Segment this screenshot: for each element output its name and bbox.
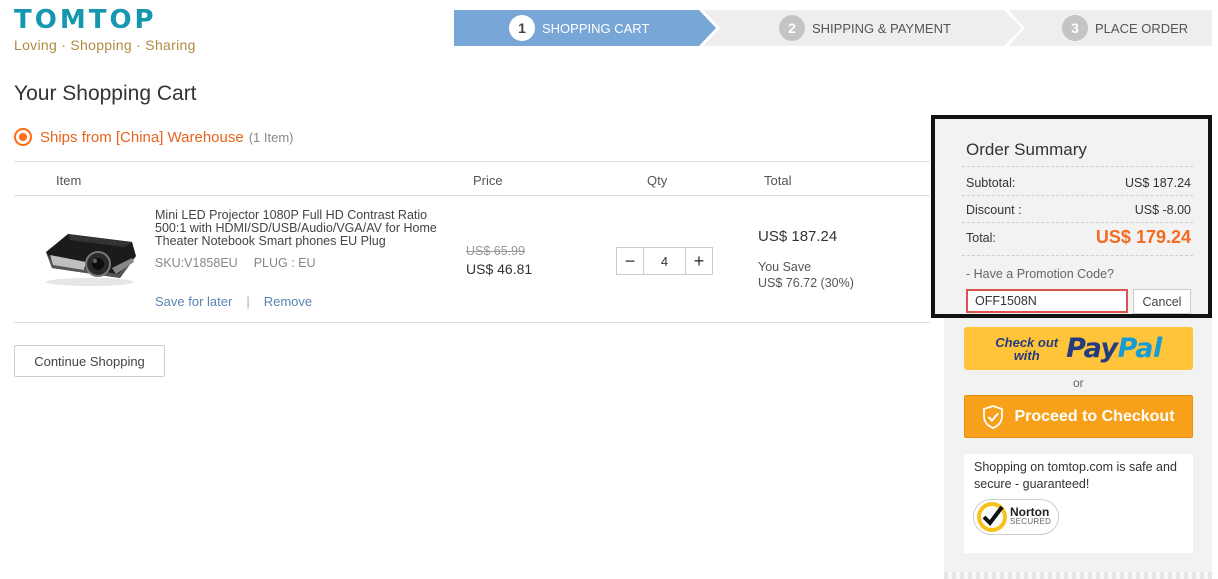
sidebar-bottom-border	[944, 572, 1212, 579]
subtotal-value: US$ 187.24	[1124, 176, 1191, 190]
norton-sub: SECURED	[1010, 517, 1052, 526]
link-separator: |	[246, 294, 250, 309]
promo-code-question[interactable]: - Have a Promotion Code?	[966, 267, 1114, 281]
qty-decrease-button[interactable]: −	[617, 248, 644, 274]
norton-secured-badge[interactable]: Norton SECURED	[973, 499, 1059, 535]
step-shipping-payment: 2 SHIPPING & PAYMENT	[703, 10, 1022, 46]
norton-text: Norton SECURED	[1010, 505, 1052, 527]
radio-selected-dot	[19, 133, 27, 141]
divider	[14, 322, 930, 323]
step-shopping-cart: 1 SHOPPING CART	[454, 10, 716, 46]
paypal-checkout-line1: Check out	[995, 334, 1059, 350]
qty-increase-button[interactable]: +	[685, 248, 712, 274]
paypal-checkout-line2: with	[1013, 347, 1040, 363]
shield-check-icon	[983, 404, 1004, 429]
product-image[interactable]	[40, 222, 140, 288]
subtotal-label: Subtotal:	[966, 176, 1016, 190]
dashed-divider	[962, 222, 1193, 223]
column-header-total: Total	[764, 173, 792, 188]
step-label: PLACE ORDER	[1095, 20, 1189, 36]
norton-check-icon	[977, 502, 1007, 532]
column-header-price: Price	[473, 173, 503, 188]
proceed-to-checkout-button[interactable]: Proceed to Checkout	[964, 395, 1193, 438]
cancel-promo-button[interactable]: Cancel	[1133, 289, 1191, 314]
page-title: Your Shopping Cart	[14, 82, 197, 105]
product-sku: SKU:V1858EU	[155, 256, 238, 270]
warehouse-radio[interactable]	[14, 128, 32, 146]
step-number: 3	[1062, 15, 1088, 41]
step-label: SHIPPING & PAYMENT	[812, 20, 951, 36]
logo-tagline: Loving · Shopping · Sharing	[14, 37, 196, 53]
total-row: Total: US$ 179.24	[966, 227, 1191, 248]
you-save-value: US$ 76.72 (30%)	[758, 276, 854, 290]
you-save-label: You Save	[758, 260, 812, 274]
product-attributes: SKU:V1858EU PLUG : EU	[155, 256, 316, 270]
save-for-later-link[interactable]: Save for later	[155, 294, 232, 309]
logo-brand: TOMTOP	[14, 5, 157, 35]
product-plug: PLUG : EU	[253, 256, 316, 270]
summary-title: Order Summary	[966, 140, 1087, 159]
paypal-checkout-button[interactable]: Check out with PayPal	[964, 327, 1193, 370]
subtotal-row: Subtotal: US$ 187.24	[966, 176, 1191, 190]
order-summary: Order Summary Subtotal: US$ 187.24 Disco…	[931, 115, 1212, 318]
discount-value: US$ -8.00	[1134, 203, 1191, 217]
total-label: Total:	[966, 230, 996, 245]
product-name[interactable]: Mini LED Projector 1080P Full HD Contras…	[155, 209, 451, 248]
paypal-logo: PayPal	[1066, 333, 1162, 364]
norton-name: Norton	[1010, 505, 1050, 519]
paypal-checkout-text: Check out with	[995, 336, 1058, 362]
original-price: US$ 65.99	[466, 244, 526, 258]
warehouse-label: Ships from [China] Warehouse	[40, 128, 244, 146]
promo-code-input[interactable]	[966, 289, 1128, 313]
or-separator: or	[1073, 376, 1084, 390]
paypal-logo-pal: Pal	[1117, 333, 1163, 364]
projector-image	[46, 234, 136, 286]
qty-input[interactable]	[644, 248, 685, 274]
quantity-stepper: − +	[616, 247, 713, 275]
step-number: 2	[779, 15, 805, 41]
discount-label: Discount :	[966, 203, 1022, 217]
step-number: 1	[509, 15, 535, 41]
checkout-label: Proceed to Checkout	[1014, 407, 1175, 425]
column-header-qty: Qty	[647, 173, 668, 188]
remove-link[interactable]: Remove	[264, 294, 312, 309]
total-value: US$ 179.24	[1095, 227, 1191, 247]
continue-shopping-button[interactable]: Continue Shopping	[14, 345, 165, 377]
column-header-item: Item	[56, 173, 82, 188]
dashed-divider	[962, 195, 1193, 196]
you-save: You Save US$ 76.72 (30%)	[758, 259, 854, 291]
checkout-steps: 1 SHOPPING CART 2 SHIPPING & PAYMENT 3 P…	[454, 10, 1212, 46]
divider	[14, 195, 930, 196]
step-place-order: 3 PLACE ORDER	[1008, 10, 1212, 46]
logo[interactable]: TOMTOP Loving · Shopping · Sharing	[14, 6, 196, 53]
divider	[14, 161, 930, 162]
security-text: Shopping on tomtop.com is safe and secur…	[974, 460, 1177, 491]
dashed-divider	[962, 255, 1193, 256]
product-actions: Save for later | Remove	[155, 294, 312, 309]
security-notice: Shopping on tomtop.com is safe and secur…	[964, 454, 1193, 553]
warehouse-item-count: (1 Item)	[248, 129, 294, 145]
paypal-logo-pay: Pay	[1066, 333, 1118, 364]
line-total: US$ 187.24	[758, 228, 838, 245]
step-label: SHOPPING CART	[542, 20, 650, 36]
discount-row: Discount : US$ -8.00	[966, 203, 1191, 217]
dashed-divider	[962, 166, 1193, 167]
warehouse-option[interactable]: Ships from [China] Warehouse (1 Item)	[14, 128, 294, 146]
unit-price: US$ 46.81	[466, 261, 533, 277]
